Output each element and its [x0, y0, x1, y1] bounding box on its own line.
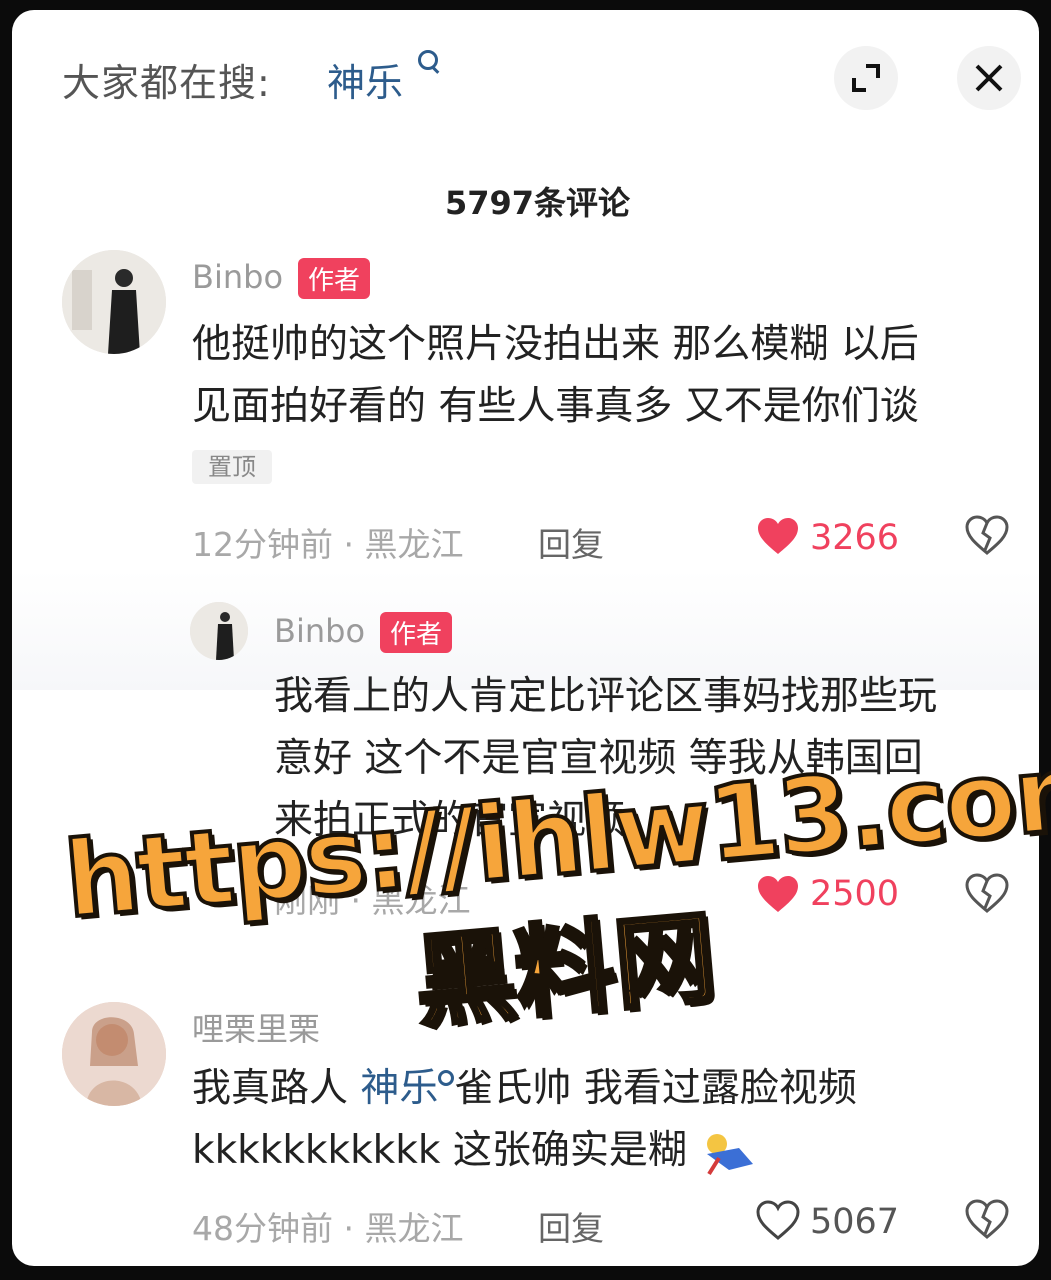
author-badge: 作者: [298, 258, 371, 299]
reply-button[interactable]: 回复: [538, 518, 604, 566]
broken-heart-icon: [965, 1199, 1009, 1239]
broken-heart-icon: [965, 515, 1009, 555]
reply-button[interactable]: 回复: [538, 1202, 604, 1250]
close-icon: [975, 64, 1003, 92]
comment-text-line: 我看上的人肯定比评论区事妈找那些玩: [274, 674, 938, 719]
username[interactable]: Binbo: [274, 612, 365, 650]
comment-text: kkkkkkkkkkk 这张确实是糊: [192, 1128, 687, 1173]
mention-link[interactable]: 神乐: [360, 1066, 438, 1111]
avatar[interactable]: [190, 602, 248, 660]
comment-text: 我真路人: [192, 1066, 361, 1111]
comment-count: 5797条评论: [444, 184, 631, 222]
search-prompt-label: 大家都在搜:: [62, 61, 271, 105]
expand-icon: [852, 64, 880, 92]
comment-text-line: 我真路人 神乐 雀氏帅 我看过露脸视频: [192, 1058, 857, 1120]
user-photo-icon: [62, 250, 166, 354]
user-photo-icon: [190, 602, 248, 660]
comment-text: 雀氏帅 我看过露脸视频: [454, 1066, 857, 1111]
search-icon: [418, 50, 438, 70]
dislike-button[interactable]: [964, 514, 1010, 560]
like-button[interactable]: [756, 1200, 800, 1244]
sticker-emoji-icon: [707, 1133, 754, 1175]
comment-time-location: 12分钟前 · 黑龙江: [192, 525, 464, 564]
search-icon: [438, 1070, 455, 1086]
like-button[interactable]: [756, 516, 800, 560]
comment-time-location: 48分钟前 · 黑龙江: [192, 1209, 464, 1248]
like-count: 3266: [810, 518, 900, 558]
comment-text-line: 见面拍好看的 有些人事真多 又不是你们谈: [192, 384, 919, 429]
heart-filled-icon: [758, 518, 798, 554]
author-badge: 作者: [380, 612, 453, 653]
comment-sheet: 大家都在搜: 神乐 5797条评论 Binbo 作者 他挺帅的这个照片没拍出来 …: [12, 10, 1039, 1266]
comment-text-line: 他挺帅的这个照片没拍出来 那么模糊 以后: [192, 322, 919, 367]
username[interactable]: Binbo: [192, 258, 283, 296]
comment-text-line: kkkkkkkkkkk 这张确实是糊: [192, 1120, 757, 1182]
dislike-button[interactable]: [964, 1198, 1010, 1244]
avatar[interactable]: [62, 250, 166, 354]
expand-button[interactable]: [834, 46, 898, 110]
like-count: 5067: [810, 1202, 900, 1242]
search-term-link[interactable]: 神乐: [327, 52, 403, 107]
heart-outline-icon: [756, 1200, 800, 1240]
pinned-badge: 置顶: [192, 450, 272, 484]
close-button[interactable]: [957, 46, 1021, 110]
